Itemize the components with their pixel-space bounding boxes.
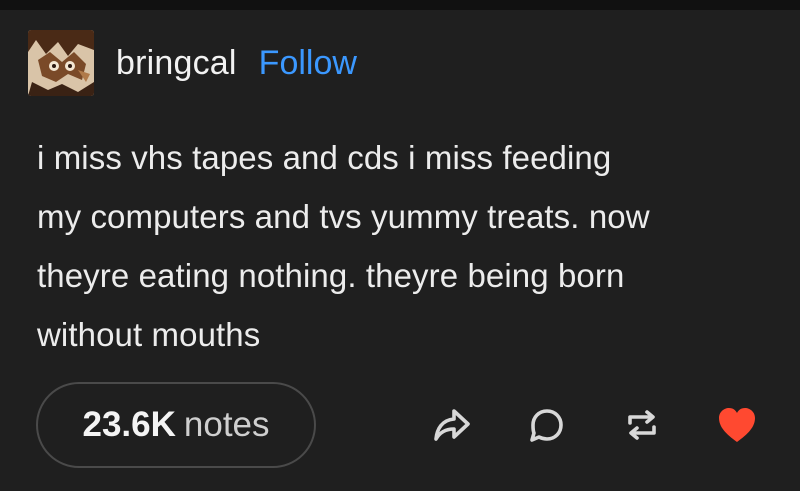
like-button[interactable] (712, 400, 762, 450)
reblog-icon (622, 405, 662, 445)
post-body: i miss vhs tapes and cds i miss feeding … (37, 128, 777, 364)
heart-icon (716, 405, 758, 445)
username[interactable]: bringcal (116, 44, 237, 83)
action-bar (382, 400, 762, 450)
reply-button[interactable] (522, 400, 572, 450)
reply-icon (527, 405, 567, 445)
avatar[interactable] (28, 30, 94, 96)
notes-button[interactable]: 23.6K notes (36, 382, 316, 468)
notes-label: notes (183, 405, 270, 444)
post-footer: 23.6K notes (20, 382, 780, 472)
post-header: bringcal Follow (28, 28, 357, 98)
post-text-line: my computers and tvs yummy treats. now (37, 198, 650, 235)
reblog-button[interactable] (617, 400, 667, 450)
post-text-line: theyre eating nothing. theyre being born (37, 257, 625, 294)
notes-count: 23.6K (82, 405, 176, 444)
share-button[interactable] (427, 400, 477, 450)
post-text-line: i miss vhs tapes and cds i miss feeding (37, 139, 612, 176)
share-icon (432, 405, 472, 445)
top-edge (0, 0, 800, 10)
post-card: bringcal Follow i miss vhs tapes and cds… (0, 0, 800, 491)
follow-button[interactable]: Follow (259, 44, 357, 83)
post-text-line: without mouths (37, 316, 261, 353)
